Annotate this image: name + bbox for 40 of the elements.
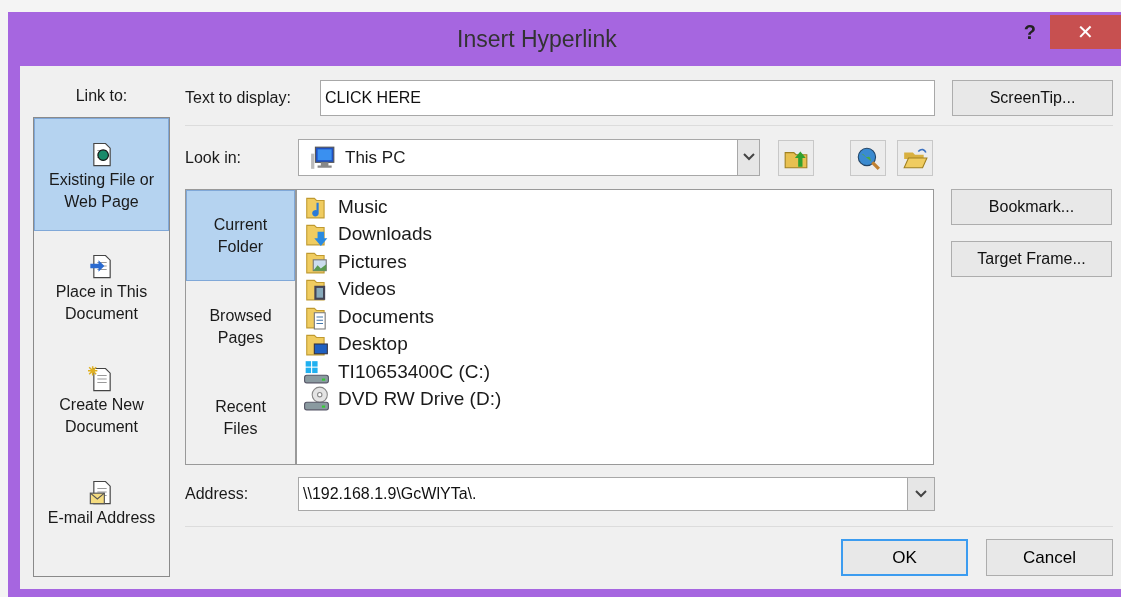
file-item[interactable]: DVD RW Drive (D:) — [338, 385, 502, 414]
help-button[interactable]: ? — [1023, 17, 1036, 47]
chevron-down-icon — [915, 489, 927, 499]
address-label: Address: — [185, 484, 250, 504]
file-item[interactable]: Pictures — [338, 247, 407, 276]
target-frame-button[interactable]: Target Frame... — [951, 241, 1112, 277]
file-item[interactable]: Downloads — [338, 220, 432, 249]
file-item[interactable]: Desktop — [338, 330, 408, 359]
browse-file-button[interactable] — [897, 139, 933, 176]
text-to-display-label: Text to display: — [185, 88, 292, 108]
link-to-option[interactable]: Existing File or Web Page — [34, 118, 169, 231]
computer-icon — [309, 144, 337, 171]
hard-drive-icon — [303, 358, 330, 385]
disc-drive-icon — [303, 386, 330, 413]
link-to-label: Link to: — [75, 87, 128, 104]
chevron-down-icon — [742, 153, 755, 162]
close-button[interactable]: ✕ — [1050, 15, 1121, 49]
window-title: Insert Hyperlink — [456, 24, 618, 54]
address-field[interactable]: \\192.168.1.9\GcWlYTa\. — [298, 477, 907, 511]
link-to-option[interactable]: E-mail Address — [34, 457, 169, 570]
ok-button[interactable]: OK — [841, 539, 968, 576]
text-to-display-field[interactable]: CLICK HERE — [320, 80, 935, 116]
browse-tab[interactable]: Current Folder — [186, 190, 295, 281]
file-item[interactable]: TI10653400C (C:) — [338, 357, 491, 386]
screentip-button[interactable]: ScreenTip... — [952, 80, 1113, 116]
link-to-option[interactable]: Place in This Document — [34, 231, 169, 344]
dropdown-button[interactable] — [737, 139, 760, 176]
file-item[interactable]: Videos — [338, 275, 396, 304]
bookmark-button[interactable]: Bookmark... — [951, 189, 1112, 225]
file-item[interactable]: Music — [338, 192, 388, 221]
link-to-option[interactable]: Create New Document — [34, 344, 169, 457]
up-folder-button[interactable] — [778, 139, 814, 176]
look-in-label: Look in: — [185, 147, 243, 168]
file-item[interactable]: Documents — [338, 302, 435, 331]
browse-tab[interactable]: Recent Files — [186, 372, 295, 463]
dropdown-button[interactable] — [907, 477, 935, 511]
look-in-dropdown[interactable]: This PC — [298, 139, 737, 176]
cancel-button[interactable]: Cancel — [986, 539, 1113, 576]
browse-tab[interactable]: Browsed Pages — [186, 281, 295, 372]
browse-web-button[interactable] — [850, 139, 886, 176]
